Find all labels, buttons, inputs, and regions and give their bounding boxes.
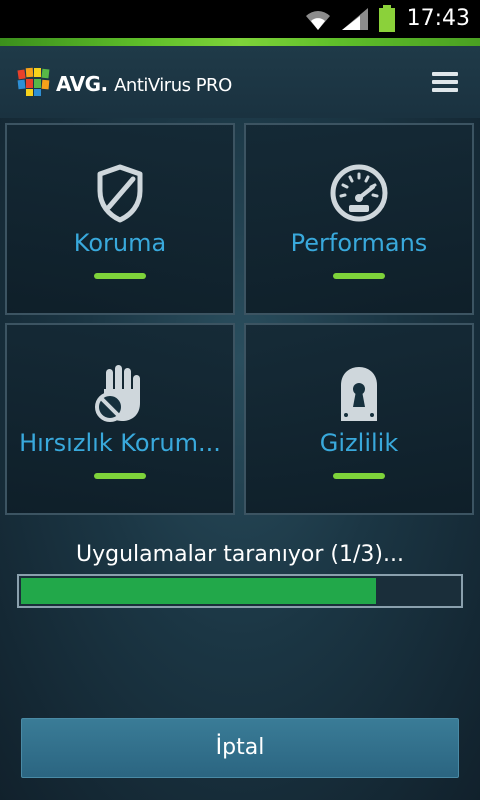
scan-progress-bar	[17, 574, 463, 608]
battery-icon	[379, 5, 395, 32]
status-bar: 17:43	[0, 0, 480, 38]
product-name: AntiVirus PRO	[114, 75, 232, 96]
scan-progress-fill	[21, 578, 376, 604]
tile-label: Gizlilik	[319, 429, 399, 457]
keyhole-lock-icon	[341, 367, 377, 421]
speedometer-icon	[330, 164, 388, 222]
cancel-button[interactable]: İptal	[21, 718, 459, 778]
hamburger-menu-icon[interactable]	[432, 72, 458, 92]
status-indicator	[94, 473, 146, 479]
tile-privacy[interactable]: Gizlilik	[244, 323, 474, 515]
tile-label: Hırsızlık Korum...	[19, 429, 221, 457]
tile-performance[interactable]: Performans	[244, 123, 474, 315]
status-indicator	[333, 273, 385, 279]
tile-anti-theft[interactable]: Hırsızlık Korum...	[5, 323, 235, 515]
app-title: AVG. AntiVirus PRO	[56, 72, 232, 96]
brand-name: AVG.	[56, 72, 108, 96]
signal-icon	[342, 8, 368, 30]
status-time: 17:43	[406, 6, 470, 31]
status-indicator	[94, 273, 146, 279]
shield-icon	[97, 164, 143, 223]
avg-logo-icon	[17, 67, 50, 96]
stop-hand-icon	[95, 365, 140, 422]
accent-stripe	[0, 38, 480, 46]
scan-status-text: Uygulamalar taranıyor (1/3)...	[76, 542, 404, 567]
status-indicator	[333, 473, 385, 479]
wifi-icon	[306, 11, 330, 30]
tile-label: Koruma	[73, 229, 167, 257]
tile-protection[interactable]: Koruma	[5, 123, 235, 315]
tile-label: Performans	[290, 229, 428, 257]
app-header: AVG. AntiVirus PRO	[0, 46, 480, 118]
